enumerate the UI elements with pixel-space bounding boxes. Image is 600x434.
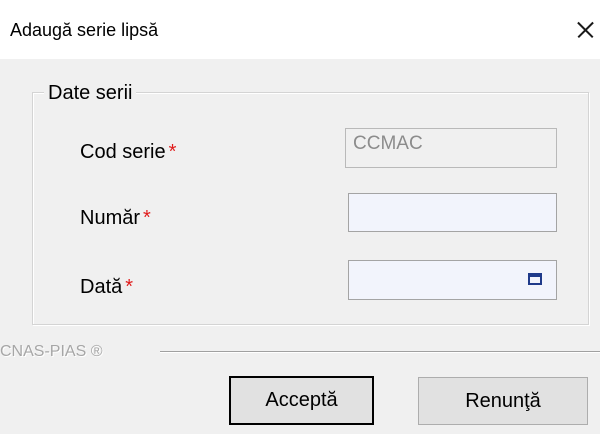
calendar-icon[interactable] xyxy=(528,273,542,285)
data-label-text: Dată xyxy=(80,276,123,298)
brand-label: CNAS-PIAS ® xyxy=(0,343,103,360)
required-mark: * xyxy=(125,276,134,298)
data-label: Dată * xyxy=(80,275,133,299)
numar-input[interactable] xyxy=(348,193,557,232)
numar-label-text: Număr xyxy=(80,207,141,229)
cod-serie-label: Cod serie * xyxy=(80,140,176,164)
dialog-title: Adaugă serie lipsă xyxy=(10,20,159,40)
numar-label: Număr * xyxy=(80,206,151,230)
close-icon[interactable] xyxy=(570,15,600,45)
footer-divider xyxy=(160,351,600,353)
cancel-button[interactable]: Renunţă xyxy=(418,377,588,425)
cod-serie-input[interactable] xyxy=(345,128,557,168)
data-input[interactable] xyxy=(348,260,557,300)
group-legend: Date serii xyxy=(44,81,137,105)
title-bar: Adaugă serie lipsă xyxy=(0,0,600,59)
accept-button[interactable]: Acceptă xyxy=(229,376,374,425)
cod-serie-label-text: Cod serie xyxy=(80,141,166,163)
required-mark: * xyxy=(168,141,177,163)
required-mark: * xyxy=(143,207,151,229)
